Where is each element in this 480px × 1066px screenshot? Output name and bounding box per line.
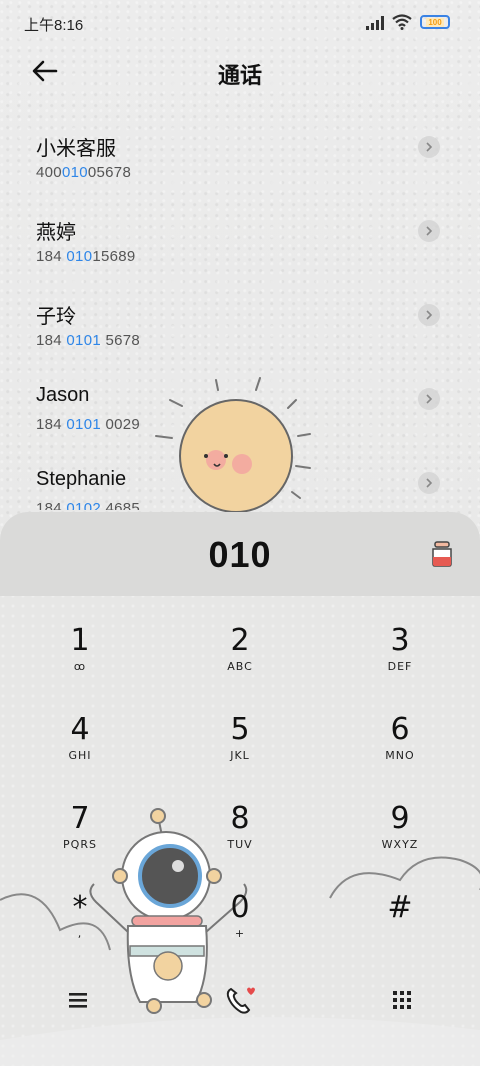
- chevron-right-icon[interactable]: [418, 136, 440, 158]
- contact-row[interactable]: Jason 184 0101 0029: [0, 372, 480, 456]
- page-title: 通话: [217, 63, 262, 88]
- contact-row[interactable]: 燕婷 184 01015689: [0, 204, 480, 288]
- dial-display: 010: [0, 512, 480, 596]
- keypad-icon: [393, 991, 411, 1009]
- contact-row[interactable]: 小米客服 40001005678: [0, 120, 480, 204]
- contact-list: 小米客服 40001005678 燕婷 184 01015689 子玲 184 …: [0, 120, 480, 510]
- contact-row[interactable]: 子玲 184 0101 5678: [0, 288, 480, 372]
- contact-name: Jason: [36, 384, 90, 406]
- key-2[interactable]: 2 ABC: [180, 624, 300, 694]
- wifi-icon: [392, 14, 412, 30]
- key-4[interactable]: 4 GHI: [20, 713, 140, 783]
- contact-number: 184 01015689: [36, 248, 136, 265]
- call-button[interactable]: [218, 978, 262, 1022]
- chevron-right-icon[interactable]: [418, 472, 440, 494]
- status-bar: 上午8:16 100: [0, 0, 480, 46]
- keypad-toggle-button[interactable]: [380, 978, 424, 1022]
- contact-name: 子玲: [36, 306, 76, 328]
- phone-call-icon: [226, 987, 255, 1014]
- key-9[interactable]: 9 WXYZ: [340, 802, 460, 872]
- contact-row[interactable]: Stephanie 184 0102 4685: [0, 456, 480, 510]
- key-5[interactable]: 5 JKL: [180, 713, 300, 783]
- key-6[interactable]: 6 MNO: [340, 713, 460, 783]
- key-1[interactable]: 1ꝏ: [20, 624, 140, 694]
- key-star[interactable]: *,: [20, 891, 140, 961]
- chevron-right-icon[interactable]: [418, 304, 440, 326]
- key-3[interactable]: 3 DEF: [340, 624, 460, 694]
- voicemail-icon: ꝏ: [73, 660, 87, 673]
- key-7[interactable]: 7 PQRS: [20, 802, 140, 872]
- contact-number: 184 0101 5678: [36, 332, 141, 349]
- contact-number: 40001005678: [36, 164, 132, 181]
- key-0[interactable]: 0 +: [180, 891, 300, 961]
- header: 通话: [0, 46, 480, 100]
- battery-icon: 100: [420, 15, 450, 29]
- key-8[interactable]: 8 TUV: [180, 802, 300, 872]
- menu-button[interactable]: [56, 978, 100, 1022]
- signal-icon: [366, 16, 384, 30]
- key-hash[interactable]: #: [340, 891, 460, 961]
- battery-level: 100: [426, 17, 444, 27]
- contact-number: 184 0102 4685: [36, 500, 141, 510]
- status-time: 上午8:16: [24, 17, 84, 34]
- menu-icon: [69, 993, 87, 1008]
- contact-number: 184 0101 0029: [36, 416, 141, 433]
- dialed-number: 010: [208, 534, 272, 575]
- contact-name: 小米客服: [36, 138, 116, 160]
- contact-name: 燕婷: [36, 222, 76, 244]
- contact-name: Stephanie: [36, 468, 127, 490]
- chevron-right-icon[interactable]: [418, 220, 440, 242]
- chevron-right-icon[interactable]: [418, 388, 440, 410]
- backspace-jar-icon[interactable]: [430, 540, 454, 568]
